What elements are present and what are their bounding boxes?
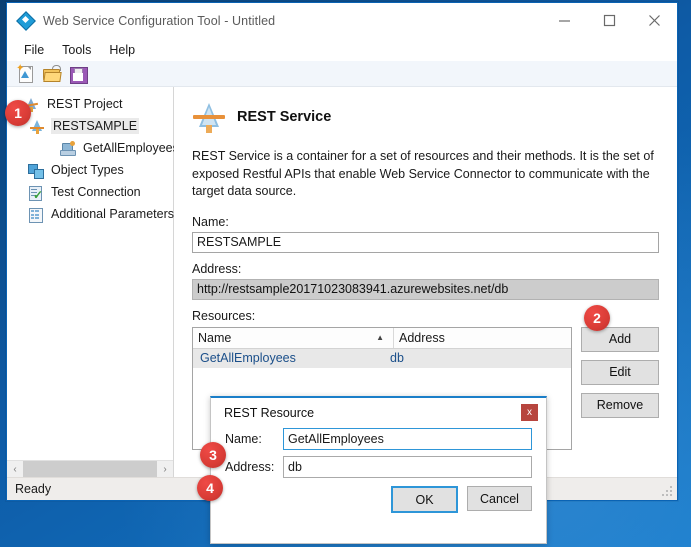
- sort-ascending-icon: ▲: [376, 333, 384, 342]
- additional-parameters-icon: [27, 206, 44, 223]
- name-label: Name:: [192, 214, 229, 229]
- window-controls: [542, 3, 677, 38]
- dialog-name-label: Name:: [225, 432, 262, 446]
- column-header-address-label: Address: [399, 330, 445, 345]
- tree-item-object-types[interactable]: Object Types: [7, 159, 173, 181]
- tree-item-label: Additional Parameters: [51, 207, 174, 221]
- rest-resource-dialog: REST Resource x Name: Address: OK Cancel: [210, 396, 547, 544]
- project-tree: ◢ REST Project RESTSAMPLE G: [7, 87, 179, 225]
- column-header-name-label: Name: [198, 330, 232, 345]
- tree-item-label: Test Connection: [51, 185, 141, 199]
- tree-item-restsample[interactable]: RESTSAMPLE: [7, 115, 173, 137]
- dialog-title: REST Resource: [224, 406, 315, 420]
- service-address-input: [192, 278, 659, 300]
- tree-item-label: GetAllEmployees: [83, 141, 179, 155]
- menu-item-help[interactable]: Help: [100, 40, 144, 60]
- rest-service-large-icon: [192, 100, 226, 134]
- remove-resource-button[interactable]: Remove: [581, 392, 659, 418]
- dialog-close-icon[interactable]: x: [521, 404, 538, 421]
- toolbar: ✦: [7, 61, 677, 87]
- minimize-button[interactable]: [542, 3, 587, 38]
- menu-bar: File Tools Help: [7, 38, 677, 61]
- title-bar: Web Service Configuration Tool - Untitle…: [7, 3, 677, 38]
- callout-badge-4: 4: [197, 475, 223, 501]
- tree-item-rest-project[interactable]: ◢ REST Project: [7, 93, 173, 115]
- table-row[interactable]: GetAllEmployees db: [193, 348, 571, 368]
- tree-item-label: REST Project: [47, 97, 123, 111]
- dialog-cancel-button[interactable]: Cancel: [467, 486, 532, 511]
- dialog-name-input[interactable]: [283, 428, 532, 450]
- service-name-input[interactable]: [192, 231, 659, 253]
- dialog-address-row: Address:: [211, 456, 546, 478]
- edit-resource-button[interactable]: Edit: [581, 359, 659, 385]
- scrollbar-thumb[interactable]: [23, 461, 157, 478]
- rest-service-icon: [29, 118, 46, 135]
- cell-address: db: [390, 351, 404, 365]
- tree-horizontal-scrollbar[interactable]: ‹ ›: [7, 460, 173, 478]
- open-project-icon[interactable]: [41, 63, 63, 85]
- tree-item-additional-parameters[interactable]: Additional Parameters: [7, 203, 174, 225]
- dialog-buttons: OK Cancel: [211, 484, 546, 513]
- cell-name: GetAllEmployees: [200, 351, 296, 365]
- close-button[interactable]: [632, 3, 677, 38]
- project-tree-panel: ◢ REST Project RESTSAMPLE G: [7, 87, 179, 478]
- tree-item-label: Object Types: [51, 163, 124, 177]
- column-header-name[interactable]: Name ▲: [193, 327, 394, 348]
- save-project-icon[interactable]: [67, 63, 89, 85]
- dialog-name-row: Name:: [211, 428, 546, 450]
- maximize-button[interactable]: [587, 3, 632, 38]
- scroll-right-icon[interactable]: ›: [157, 461, 173, 478]
- rest-resource-icon: [59, 140, 76, 157]
- object-types-icon: [27, 162, 44, 179]
- resource-actions: Add Edit Remove: [581, 326, 659, 450]
- test-connection-icon: ✓: [27, 184, 44, 201]
- resize-grip[interactable]: [660, 484, 674, 498]
- address-label: Address:: [192, 261, 242, 276]
- status-text: Ready: [15, 482, 52, 496]
- new-project-icon[interactable]: ✦: [15, 63, 37, 85]
- dialog-ok-button[interactable]: OK: [391, 486, 458, 513]
- callout-badge-2: 2: [584, 305, 610, 331]
- column-header-address[interactable]: Address: [394, 328, 571, 348]
- app-diamond-icon: [16, 10, 36, 31]
- tree-item-test-connection[interactable]: ✓ Test Connection: [7, 181, 173, 203]
- callout-badge-1: 1: [5, 100, 31, 126]
- page-title: REST Service: [237, 109, 332, 125]
- panel-header: REST Service: [192, 100, 659, 134]
- tree-item-getallemployees[interactable]: GetAllEmployees: [7, 137, 179, 159]
- menu-item-file[interactable]: File: [15, 40, 53, 60]
- dialog-address-label: Address:: [225, 460, 275, 474]
- dialog-address-input[interactable]: [283, 456, 532, 478]
- menu-item-tools[interactable]: Tools: [53, 40, 100, 60]
- panel-description: REST Service is a container for a set of…: [192, 149, 654, 198]
- dialog-header: REST Resource x: [211, 398, 546, 428]
- scroll-left-icon[interactable]: ‹: [7, 461, 23, 478]
- callout-badge-3: 3: [200, 442, 226, 468]
- window-title: Web Service Configuration Tool - Untitle…: [43, 13, 276, 28]
- grid-header: Name ▲ Address: [193, 327, 571, 349]
- tree-item-label: RESTSAMPLE: [51, 118, 140, 134]
